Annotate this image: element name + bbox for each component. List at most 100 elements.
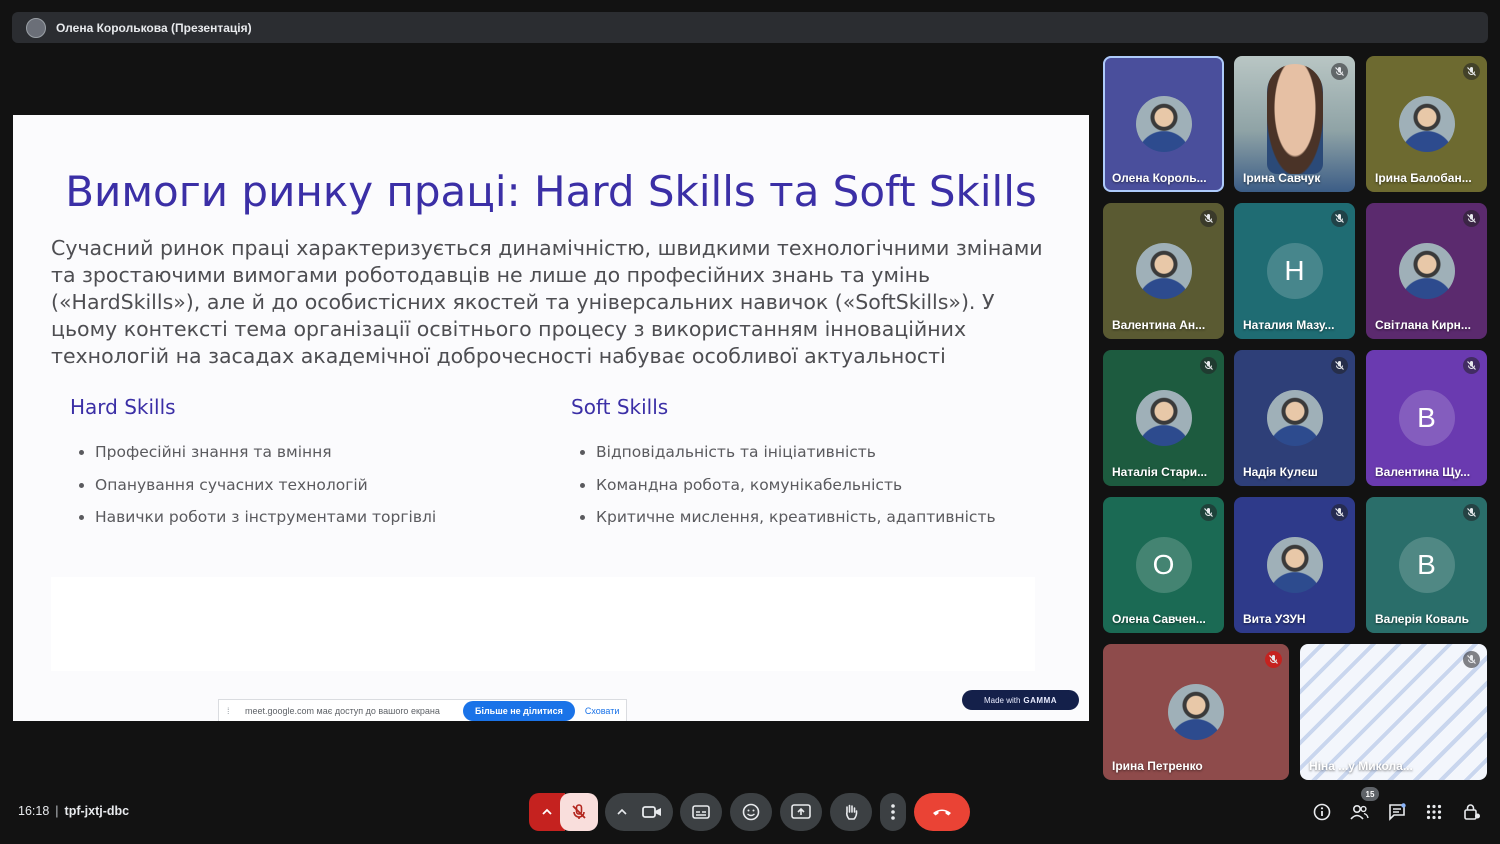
participant-name: Наталия Мазу... — [1243, 318, 1335, 332]
avatar — [1135, 390, 1192, 446]
participant-tile[interactable]: Надія Кулєш — [1234, 350, 1355, 486]
mic-muted-icon — [1331, 504, 1348, 521]
participant-name: Ірина Балобан... — [1375, 171, 1472, 185]
mic-muted-icon — [1331, 63, 1348, 80]
people-button[interactable] — [1349, 802, 1369, 822]
soft-skills-list: Відповідальність та ініціативність Коман… — [571, 442, 1041, 540]
microphone-toggle-button[interactable] — [560, 793, 598, 831]
list-item: Критичне мислення, креативність, адаптив… — [596, 507, 1041, 540]
meeting-details-button[interactable] — [1312, 802, 1332, 822]
leave-call-button[interactable] — [914, 793, 970, 831]
soft-skills-heading: Soft Skills — [571, 395, 669, 419]
reactions-button[interactable] — [730, 793, 772, 831]
avatar-initial: В — [1398, 390, 1455, 446]
participant-tile[interactable]: О Олена Савчен... — [1103, 497, 1224, 633]
chevron-up-icon — [617, 808, 627, 815]
avatar — [1398, 96, 1455, 152]
raise-hand-button[interactable] — [830, 793, 872, 831]
mic-muted-icon — [1200, 210, 1217, 227]
participant-name: Олена Король... — [1112, 171, 1207, 185]
slide-title: Вимоги ринку праці: Hard Skills та Soft … — [65, 167, 1037, 216]
list-item: Професійні знання та вміння — [95, 442, 540, 475]
mic-muted-icon — [1463, 210, 1480, 227]
list-item: Опанування сучасних технологій — [95, 475, 540, 508]
present-icon — [791, 804, 811, 819]
presenter-avatar — [26, 17, 46, 38]
info-icon — [1313, 803, 1331, 821]
participant-name: Надія Кулєш — [1243, 465, 1318, 479]
screen-share-banner: ⁞ meet.google.com має доступ до вашого е… — [218, 699, 627, 721]
avatar — [1266, 537, 1323, 593]
participant-name: Валентина Щу... — [1375, 465, 1471, 479]
meeting-info: 16:18 | tpf-jxtj-dbc — [18, 804, 129, 818]
participant-name: Наталія Стари... — [1112, 465, 1208, 479]
mic-muted-icon — [1200, 357, 1217, 374]
hard-skills-heading: Hard Skills — [70, 395, 176, 419]
participant-tile[interactable]: Наталія Стари... — [1103, 350, 1224, 486]
participant-tile[interactable]: Олена Король... — [1103, 56, 1224, 192]
mic-muted-icon — [1463, 357, 1480, 374]
avatar-initial: Н — [1266, 243, 1323, 299]
slide-footer-area — [51, 577, 1035, 671]
participant-tile[interactable]: Ірина Балобан... — [1366, 56, 1487, 192]
participant-name: Ніна ...у Микола... — [1309, 759, 1413, 773]
host-controls-button[interactable] — [1462, 802, 1482, 822]
captions-button[interactable] — [680, 793, 722, 831]
participant-tile[interactable]: Ірина Петренко — [1103, 644, 1289, 780]
slide-intro-text: Сучасний ринок праці характеризується ди… — [51, 236, 1043, 368]
participant-tile[interactable]: Ніна ...у Микола... — [1300, 644, 1487, 780]
hand-icon — [845, 804, 858, 820]
participant-tile[interactable]: Світлана Кирн... — [1366, 203, 1487, 339]
badge-prefix: Made with — [983, 695, 1021, 705]
badge-brand: GAMMA — [1023, 695, 1058, 705]
avatar-initial: О — [1135, 537, 1192, 593]
participant-name: Валентина Ан... — [1112, 318, 1206, 332]
soft-skills-column: Soft Skills Відповідальність та ініціати… — [571, 395, 1041, 540]
avatar — [1398, 243, 1455, 299]
chevron-up-icon — [542, 808, 552, 815]
hang-up-icon — [933, 809, 951, 816]
presentation-header: Олена Королькова (Презентація) — [12, 12, 1488, 43]
participant-tile[interactable]: Н Наталия Мазу... — [1234, 203, 1355, 339]
participant-video — [1267, 64, 1323, 174]
more-options-button[interactable] — [880, 793, 906, 831]
participant-name: Ірина Савчук — [1243, 171, 1321, 185]
shared-slide: Вимоги ринку праці: Hard Skills та Soft … — [13, 115, 1089, 721]
participant-count-badge: 15 — [1361, 787, 1379, 801]
lock-person-icon — [1464, 804, 1480, 820]
mic-muted-icon — [1265, 651, 1282, 668]
meeting-code[interactable]: tpf-jxtj-dbc — [65, 804, 130, 818]
participant-name: Вита УЗУН — [1243, 612, 1306, 626]
avatar-initial: В — [1398, 537, 1455, 593]
participant-tile[interactable]: В Валерія Коваль — [1366, 497, 1487, 633]
gamma-badge[interactable]: Made with GAMMA — [962, 690, 1079, 710]
meeting-time: 16:18 — [18, 804, 50, 818]
hard-skills-column: Hard Skills Професійні знання та вміння … — [70, 395, 540, 540]
hide-banner-button[interactable]: Сховати — [585, 706, 620, 716]
avatar — [1266, 390, 1323, 446]
apps-grid-icon — [1426, 804, 1442, 820]
stop-sharing-button[interactable]: Більше не ділитися — [463, 701, 575, 721]
drag-handle-icon[interactable]: ⁞ — [227, 706, 239, 716]
participant-name: Валерія Коваль — [1375, 612, 1470, 626]
list-item: Навички роботи з інструментами торгівлі — [95, 507, 540, 540]
participant-tile[interactable]: В Валентина Щу... — [1366, 350, 1487, 486]
avatar — [1135, 96, 1192, 152]
mic-muted-icon — [1463, 63, 1480, 80]
list-item: Відповідальність та ініціативність — [596, 442, 1041, 475]
camera-icon — [642, 806, 661, 818]
activities-button[interactable] — [1424, 802, 1444, 822]
participant-tile[interactable]: Ірина Савчук — [1234, 56, 1355, 192]
present-screen-button[interactable] — [780, 793, 822, 831]
separator: | — [55, 804, 59, 818]
share-banner-message: meet.google.com має доступ до вашого екр… — [245, 706, 440, 716]
chat-button[interactable] — [1387, 802, 1407, 822]
participant-tile[interactable]: Вита УЗУН — [1234, 497, 1355, 633]
mic-muted-icon — [1331, 357, 1348, 374]
participant-tile[interactable]: Валентина Ан... — [1103, 203, 1224, 339]
mic-off-icon — [572, 804, 586, 819]
participant-name: Ірина Петренко — [1112, 759, 1203, 773]
mic-muted-icon — [1463, 504, 1480, 521]
camera-toggle-button[interactable] — [605, 793, 673, 831]
list-item: Командна робота, комунікабельність — [596, 475, 1041, 508]
